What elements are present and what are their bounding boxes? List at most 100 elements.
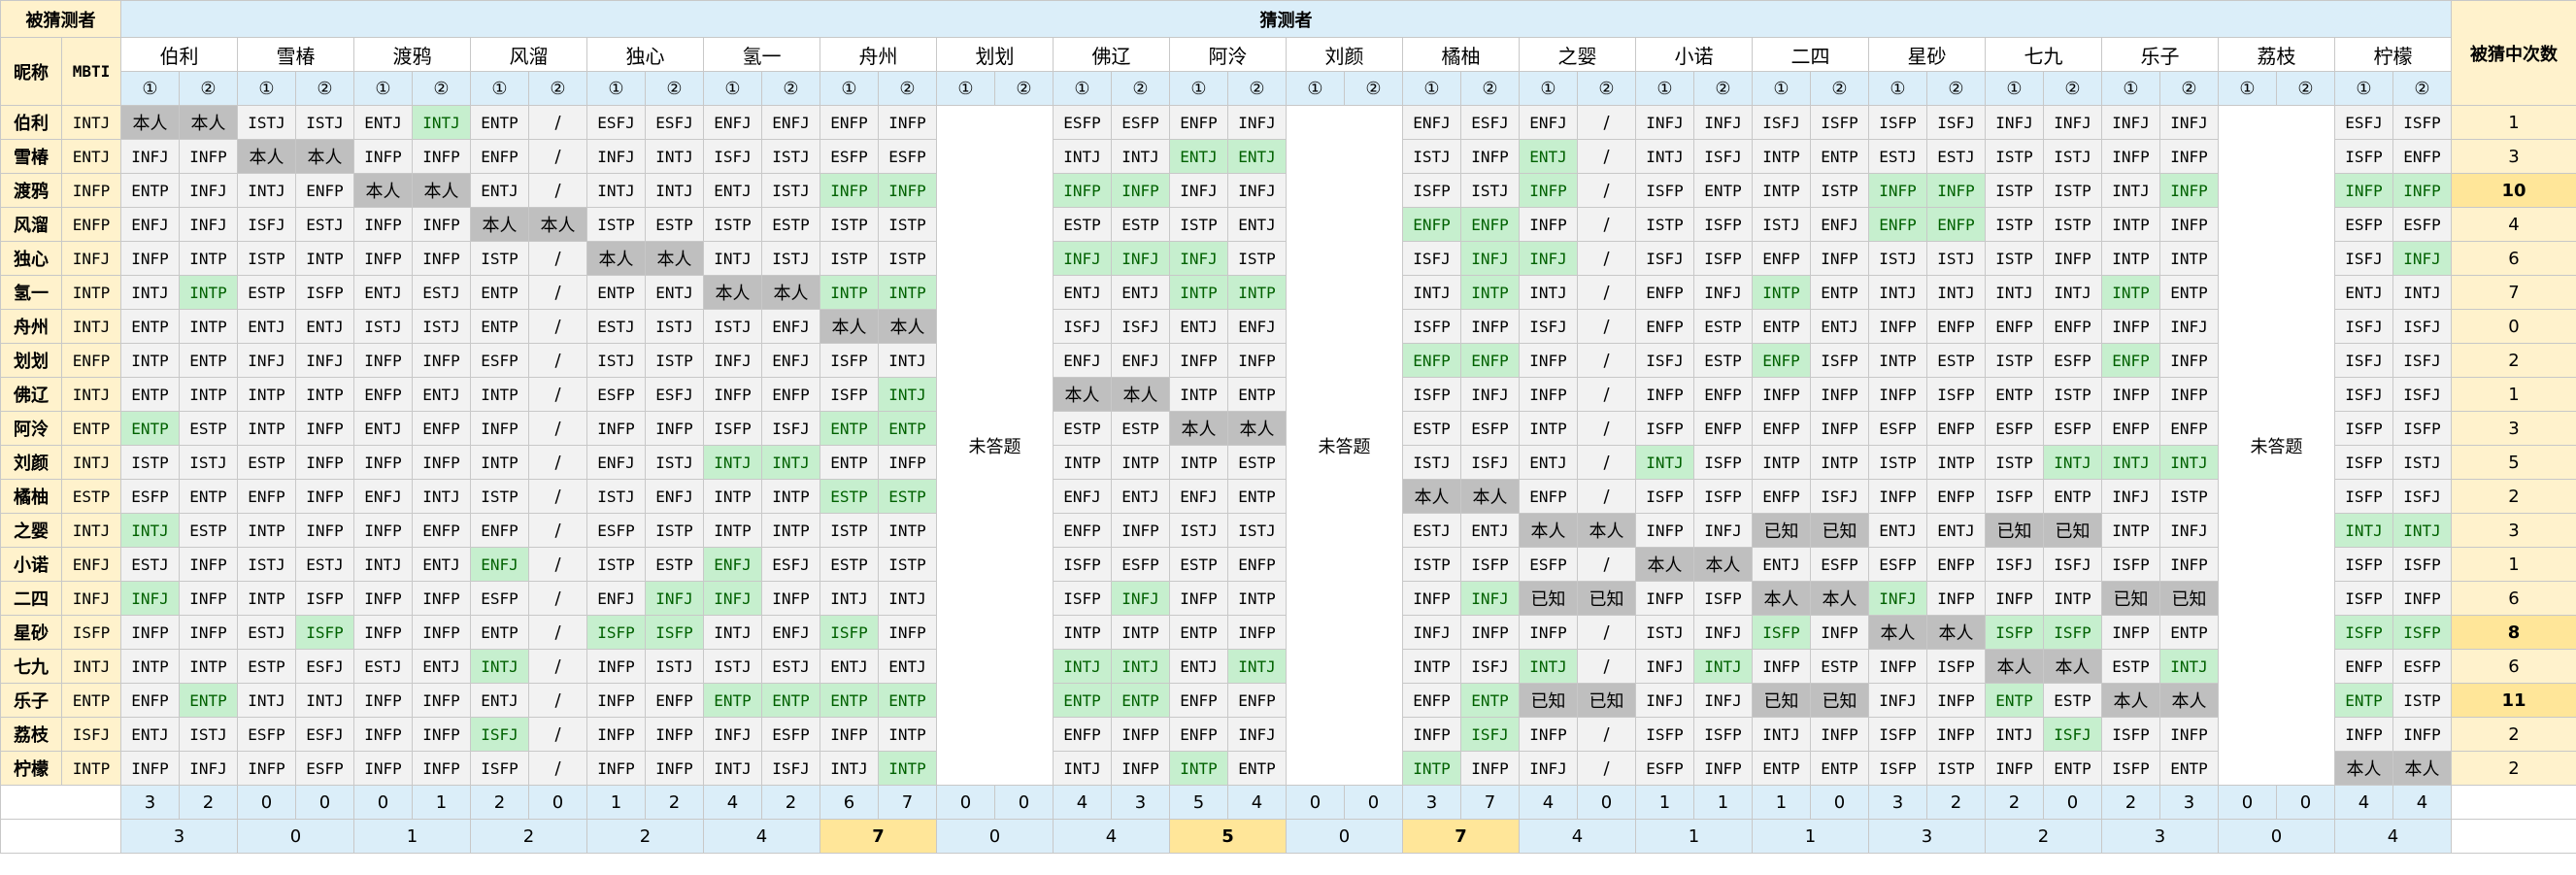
guess-cell: ENTJ [1752, 547, 1811, 582]
guess-cell: INFP [1868, 173, 1927, 208]
guess-cell: INFP [179, 615, 238, 650]
guess-cell: ENTJ [353, 411, 413, 446]
guess-cell: / [528, 649, 587, 684]
guess-1-header: ① [1402, 71, 1461, 106]
guess-cell: 本人 [1810, 581, 1869, 616]
guesser-total: 3 [2101, 819, 2219, 854]
guess-cell: / [528, 377, 587, 412]
guess-cell: INTJ [2392, 275, 2452, 310]
guess-cell: ISFJ [2043, 717, 2102, 752]
guess-cell: ENTP [1111, 683, 1170, 718]
guess-cell: INFP [878, 445, 937, 480]
guess-cell: ISTP [237, 241, 296, 276]
guess-cell: INFP [353, 241, 413, 276]
guess-cell: ENFP [1926, 479, 1986, 514]
guess-2-header: ② [1693, 71, 1753, 106]
guess-cell: INTP [179, 309, 238, 344]
guess-cell: 本人 [1460, 479, 1520, 514]
guess-cell: INTP [1227, 581, 1287, 616]
guess-cell: ENTP [820, 411, 879, 446]
guess-cell: 本人 [1169, 411, 1228, 446]
guess-cell: ESFP [1460, 411, 1520, 446]
guess-cell: ENTJ [2334, 275, 2393, 310]
guess-cell: INTP [179, 275, 238, 310]
guess-cell: ENFJ [1227, 309, 1287, 344]
per-guess-total: 2 [1985, 785, 2044, 820]
guess-cell: ENFP [1868, 207, 1927, 242]
guess-cell: INFJ [2159, 513, 2219, 548]
guess-cell: ENFP [353, 377, 413, 412]
guess-cell: INFJ [179, 751, 238, 786]
guess-cell: ESFP [2392, 207, 2452, 242]
guess-cell: ESTP [1169, 547, 1228, 582]
guess-cell: / [528, 751, 587, 786]
guessed-name: 雪椿 [0, 139, 62, 174]
guessed-name: 阿泠 [0, 411, 62, 446]
guessed-name: 星砂 [0, 615, 62, 650]
per-guess-total: 0 [295, 785, 354, 820]
guess-cell: ENFP [1227, 547, 1287, 582]
guess-cell: INFP [1926, 581, 1986, 616]
guess-cell: INFP [1169, 581, 1228, 616]
guess-cell: INFP [1053, 173, 1112, 208]
guess-cell: ESFP [237, 717, 296, 752]
guess-cell: INFP [645, 411, 704, 446]
guesser-total: 1 [353, 819, 471, 854]
guess-cell: ESFP [1868, 547, 1927, 582]
per-guess-total: 0 [994, 785, 1054, 820]
guesser-total: 1 [1635, 819, 1753, 854]
guesser-total: 4 [703, 819, 820, 854]
guess-cell: INTJ [470, 649, 529, 684]
guess-cell: ENTJ [237, 309, 296, 344]
guess-cell: INTP [1810, 445, 1869, 480]
guess-cell: / [1577, 343, 1636, 378]
per-guess-total: 3 [120, 785, 180, 820]
guess-cell: INTJ [1868, 275, 1927, 310]
guess-cell: INFP [1111, 751, 1170, 786]
guess-cell: INTJ [1635, 139, 1694, 174]
guess-cell: 已知 [2159, 581, 2219, 616]
guess-cell: ESFP [1053, 105, 1112, 140]
guess-cell: ENTP [179, 479, 238, 514]
hit-count: 10 [2451, 173, 2576, 208]
guess-cell: ENTP [1985, 377, 2044, 412]
guess-cell: ENTJ [412, 547, 471, 582]
guess-cell: INFP [1519, 343, 1578, 378]
guess-cell: ENFP [1926, 309, 1986, 344]
guess-cell: INTP [703, 479, 762, 514]
guess-cell: / [1577, 377, 1636, 412]
guess-1-header: ① [1053, 71, 1112, 106]
guess-cell: / [1577, 717, 1636, 752]
guess-cell: ISFP [820, 343, 879, 378]
guess-cell: INFP [1227, 615, 1287, 650]
guesser-name: 刘颜 [1286, 37, 1403, 72]
guess-cell: INTJ [1053, 139, 1112, 174]
guess-cell: INFP [1227, 343, 1287, 378]
guess-cell: / [1577, 751, 1636, 786]
guess-cell: ENTP [470, 615, 529, 650]
guess-cell: INFJ [1053, 241, 1112, 276]
guess-cell: ENFP [2392, 139, 2452, 174]
guess-cell: 本人 [1635, 547, 1694, 582]
guess-cell: ISTP [820, 207, 879, 242]
guesser-name: 划划 [936, 37, 1054, 72]
guess-cell: ENFP [1460, 207, 1520, 242]
guess-cell: ISTJ [1460, 173, 1520, 208]
mbti-header: MBTI [61, 37, 121, 106]
guess-cell: ENFP [1519, 479, 1578, 514]
guess-cell: INFP [353, 139, 413, 174]
mbti-guess-table: 被猜测者 猜测者 被猜中次数 昵称 MBTI 伯利 雪椿 渡鸦 风溜 独心 氢一 舟州 划划 佛辽 阿泠 刘颜… [0, 0, 2576, 854]
per-guess-total: 2 [179, 785, 238, 820]
guess-1-header: ① [2101, 71, 2160, 106]
guess-cell: ISTP [703, 207, 762, 242]
guess-cell: / [528, 547, 587, 582]
guess-cell: INTP [120, 649, 180, 684]
guess-cell: INFP [1810, 615, 1869, 650]
guess-1-header: ① [703, 71, 762, 106]
guess-cell: ENTP [1227, 377, 1287, 412]
guess-cell: ESTP [1810, 649, 1869, 684]
guess-cell: INTP [179, 377, 238, 412]
guess-cell: ISFJ [2392, 343, 2452, 378]
guess-cell: ESFP [120, 479, 180, 514]
guess-cell: ISFP [1926, 377, 1986, 412]
